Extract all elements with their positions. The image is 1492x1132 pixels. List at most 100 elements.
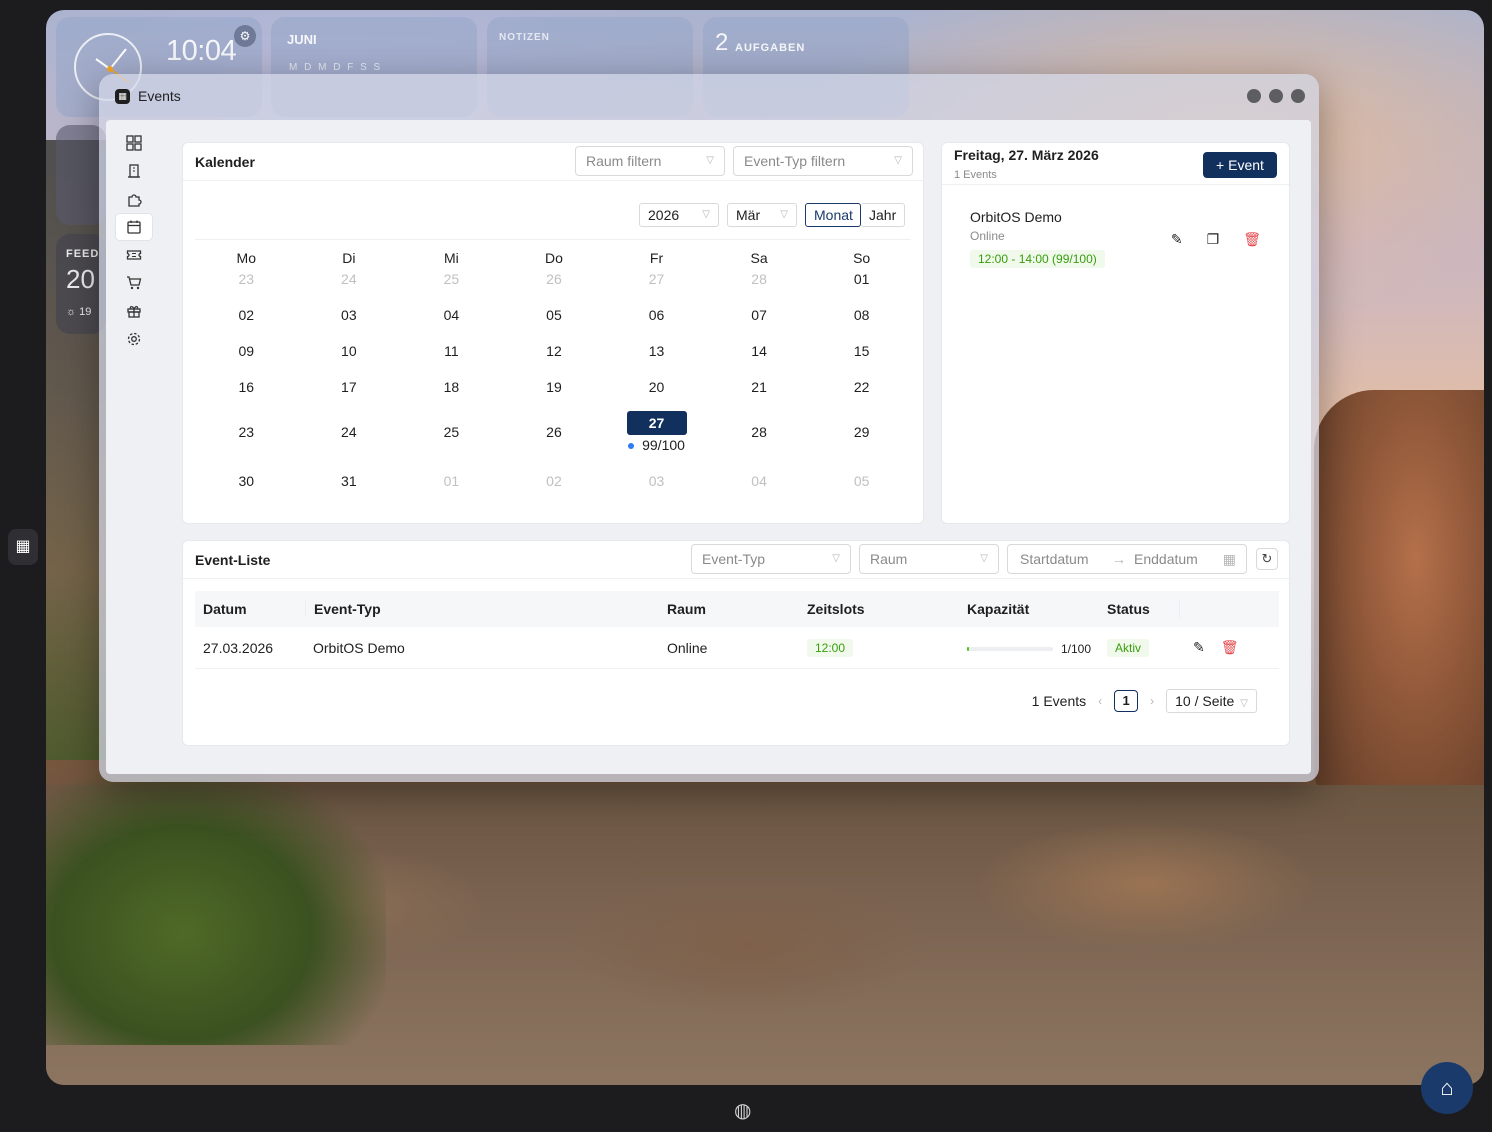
calendar-day[interactable]: 25 — [400, 407, 503, 465]
calendar-day[interactable]: 02 — [195, 299, 298, 335]
room-filter-select[interactable]: Raum filtern ▽ — [575, 146, 725, 176]
calendar-day[interactable]: 25 — [400, 271, 503, 299]
calendar-day[interactable]: 27 99/100 — [605, 407, 708, 465]
add-event-button[interactable]: + Event — [1203, 152, 1277, 178]
calendar-day[interactable]: 13 — [605, 335, 708, 371]
cart-icon[interactable] — [116, 270, 152, 296]
calendar-day[interactable]: 11 — [400, 335, 503, 371]
calendar-day[interactable]: 26 — [503, 271, 606, 299]
calendar-day[interactable]: 28 — [708, 407, 811, 465]
chevron-left-icon[interactable]: ‹ — [1098, 694, 1102, 708]
month-select[interactable]: Mär ▽ — [727, 203, 797, 227]
calendar-day[interactable]: 16 — [195, 371, 298, 407]
room-select[interactable]: Raum ▽ — [859, 544, 999, 574]
edit-icon[interactable]: ✎ — [1193, 639, 1205, 656]
calendar-day[interactable]: 03 — [298, 299, 401, 335]
calendar-day[interactable]: 17 — [298, 371, 401, 407]
day-number: 07 — [751, 307, 767, 323]
calendar-day[interactable]: 23 — [195, 407, 298, 465]
calendar-day[interactable]: 28 — [708, 271, 811, 299]
calendar-day[interactable]: 27 — [605, 271, 708, 299]
copy-icon[interactable]: ❐ — [1207, 231, 1220, 248]
day-number: 24 — [341, 424, 357, 440]
trash-icon[interactable]: 🗑 — [1221, 639, 1239, 656]
settings-gear-icon[interactable] — [116, 326, 152, 352]
calendar-day[interactable]: 30 — [195, 465, 298, 501]
calendar-icon[interactable] — [116, 214, 152, 240]
column-header[interactable]: Datum — [195, 601, 305, 617]
calendar-day[interactable]: 05 — [503, 299, 606, 335]
calendar-day[interactable]: 04 — [708, 465, 811, 501]
calendar-day[interactable]: 10 — [298, 335, 401, 371]
calendar-dock-icon[interactable]: ▦ — [8, 529, 38, 565]
page-size-select[interactable]: 10 / Seite ▽ — [1166, 689, 1257, 713]
robot-icon[interactable]: ⌂ — [1421, 1062, 1473, 1114]
day-number: 02 — [238, 307, 255, 323]
calendar-day[interactable]: 07 — [708, 299, 811, 335]
close-button[interactable] — [1291, 89, 1305, 103]
edit-icon[interactable]: ✎ — [1171, 231, 1183, 248]
year-select[interactable]: 2026 ▽ — [639, 203, 719, 227]
calendar-day[interactable]: 01 — [400, 465, 503, 501]
minimize-button[interactable] — [1247, 89, 1261, 103]
calendar-day[interactable]: 22 — [810, 371, 913, 407]
cell-event-type: OrbitOS Demo — [313, 639, 405, 656]
column-header[interactable]: Kapazität — [959, 601, 1099, 617]
calendar-day[interactable]: 09 — [195, 335, 298, 371]
puzzle-icon[interactable] — [116, 186, 152, 212]
room-placeholder: Raum — [870, 551, 908, 567]
calendar-day[interactable]: 24 — [298, 407, 401, 465]
column-header[interactable]: Zeitslots — [799, 601, 959, 617]
column-header[interactable]: Event-Typ — [305, 601, 659, 617]
calendar-day[interactable]: 19 — [503, 371, 606, 407]
mode-month-button[interactable]: Monat — [805, 203, 861, 227]
calendar-day[interactable]: 31 — [298, 465, 401, 501]
mode-year-button[interactable]: Jahr — [861, 203, 905, 227]
calendar-divider — [195, 239, 911, 240]
date-range-picker[interactable]: Startdatum → Enddatum ▦ — [1007, 544, 1247, 574]
maximize-button[interactable] — [1269, 89, 1283, 103]
calendar-day[interactable]: 24 — [298, 271, 401, 299]
calendar-day[interactable]: 20 — [605, 371, 708, 407]
table-row[interactable]: 27.03.2026 OrbitOS Demo Online 12:00 1/100 Ak… — [195, 627, 1279, 669]
calendar-day[interactable]: 14 — [708, 335, 811, 371]
orbit-logo-icon[interactable]: ◍ — [734, 1098, 751, 1123]
calendar-day[interactable]: 01 — [810, 271, 913, 299]
day-detail-card: Freitag, 27. März 2026 1 Events + Event … — [941, 142, 1290, 524]
selected-day[interactable]: 27 — [626, 411, 687, 435]
calendar-day[interactable]: 18 — [400, 371, 503, 407]
calendar-day[interactable]: 21 — [708, 371, 811, 407]
refresh-icon[interactable]: ↻ — [1256, 548, 1278, 570]
day-number: 23 — [238, 424, 255, 440]
calendar-day[interactable]: 04 — [400, 299, 503, 335]
calendar-day[interactable]: 08 — [810, 299, 913, 335]
building-icon[interactable] — [116, 158, 152, 184]
calendar-day[interactable]: 12 — [503, 335, 606, 371]
gear-icon[interactable]: ⚙ — [234, 25, 256, 47]
calendar-day[interactable]: 23 — [195, 271, 298, 299]
page-number-button[interactable]: 1 — [1114, 690, 1139, 712]
calendar-day[interactable]: 05 — [810, 465, 913, 501]
trash-icon[interactable]: 🗑 — [1243, 231, 1261, 248]
event-type-filter-select[interactable]: Event-Typ filtern ▽ — [733, 146, 913, 176]
column-header[interactable]: Status — [1099, 601, 1179, 617]
chevron-right-icon[interactable]: › — [1150, 694, 1154, 708]
weekday-label: So — [853, 250, 871, 266]
calendar-day[interactable]: 15 — [810, 335, 913, 371]
ticket-icon[interactable] — [116, 242, 152, 268]
window-titlebar[interactable]: ▦ Events — [99, 74, 1319, 118]
calendar-day[interactable]: 26 — [503, 407, 606, 465]
start-date-input[interactable]: Startdatum — [1020, 545, 1088, 573]
event-type-select[interactable]: Event-Typ ▽ — [691, 544, 851, 574]
gift-icon[interactable] — [116, 298, 152, 324]
calendar-day[interactable]: 03 — [605, 465, 708, 501]
end-date-input[interactable]: Enddatum — [1134, 545, 1198, 573]
calendar-day[interactable]: 29 — [810, 407, 913, 465]
column-header[interactable]: Raum — [659, 601, 799, 617]
calendar-title: Kalender — [195, 154, 255, 170]
calendar-day[interactable]: 06 — [605, 299, 708, 335]
feed-number: 20 — [66, 264, 95, 294]
calendar-day[interactable]: 02 — [503, 465, 606, 501]
weekday-label: Mo — [236, 250, 256, 266]
dashboard-icon[interactable] — [116, 130, 152, 156]
